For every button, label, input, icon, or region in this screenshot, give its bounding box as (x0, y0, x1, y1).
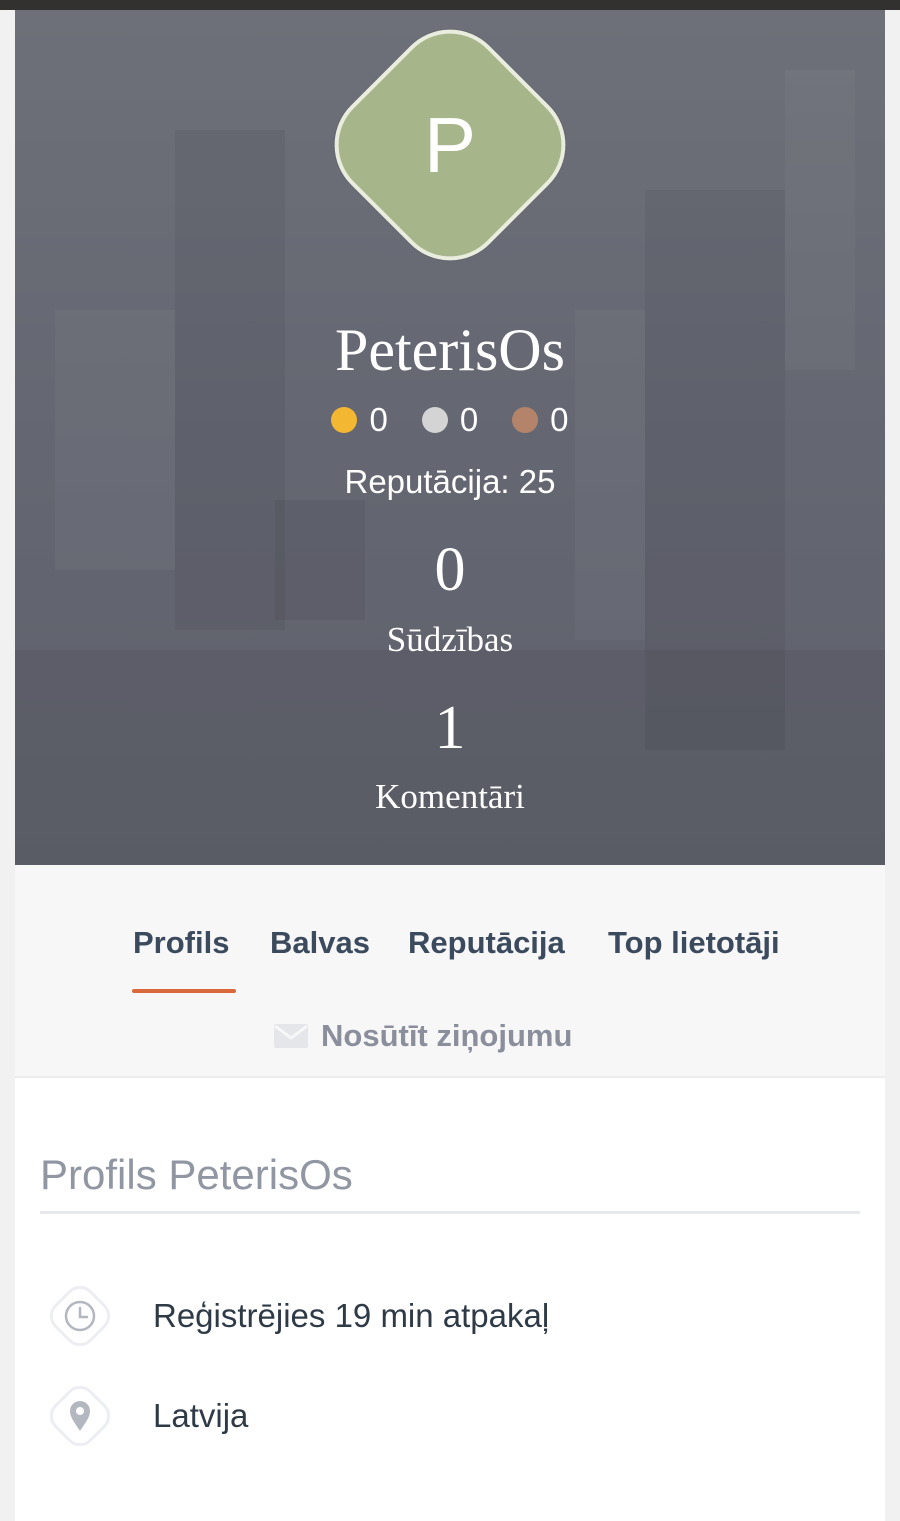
status-bar (0, 0, 900, 10)
profile-tabs-area: Profils Balvas Reputācija Top lietotāji … (15, 865, 885, 1078)
clock-icon (40, 1276, 120, 1356)
tab-profile[interactable]: Profils (133, 920, 229, 965)
medal-silver: 0 (421, 401, 479, 438)
complaints-label: Sūdzības (386, 620, 514, 659)
comments-label: Komentāri (375, 777, 525, 816)
avatar-letter: P (423, 101, 477, 189)
registration-date: Reģistrējies 19 min atpakaļ (153, 1297, 550, 1334)
medal-silver-count: 0 (459, 401, 479, 438)
tab-awards[interactable]: Balvas (270, 920, 370, 965)
medal-bronze: 0 (512, 401, 569, 438)
location-row: Latvija (40, 1376, 860, 1456)
reputation-score: Reputācija: 25 (344, 463, 556, 500)
map-pin-icon (40, 1376, 120, 1456)
cutoff-content (40, 1515, 540, 1521)
comments-count: 1 (434, 694, 466, 762)
medal-gold: 0 (331, 401, 388, 438)
medal-bronze-count: 0 (550, 401, 569, 438)
location: Latvija (153, 1397, 249, 1434)
complaints-count: 0 (434, 536, 466, 604)
section-divider (40, 1211, 860, 1214)
silver-medal-icon (421, 407, 448, 433)
profile-card: P PeterisOs 0 0 0 Reputācija: 25 0 Sūdzī… (15, 10, 885, 1521)
registration-row: Reģistrējies 19 min atpakaļ (40, 1276, 860, 1356)
profile-header: P PeterisOs 0 0 0 Reputācija: 25 0 Sūdzī… (15, 10, 885, 865)
active-tab-indicator (132, 989, 236, 993)
envelope-icon (274, 1023, 308, 1048)
username: PeterisOs (335, 317, 565, 383)
profile-tabs: Profils Balvas Reputācija Top lietotāji (15, 920, 885, 965)
gold-medal-icon (331, 407, 358, 433)
medal-gold-count: 0 (369, 401, 388, 438)
tab-reputation[interactable]: Reputācija (408, 920, 565, 965)
medal-counts: 0 0 0 (15, 402, 885, 438)
profile-section-title: Profils PeterisOs (40, 1151, 353, 1198)
send-message-label: Nosūtīt ziņojumu (321, 1018, 573, 1053)
bronze-medal-icon (512, 407, 539, 433)
tab-top-users[interactable]: Top lietotāji (608, 920, 780, 965)
send-message-button[interactable]: Nosūtīt ziņojumu (273, 1013, 572, 1058)
